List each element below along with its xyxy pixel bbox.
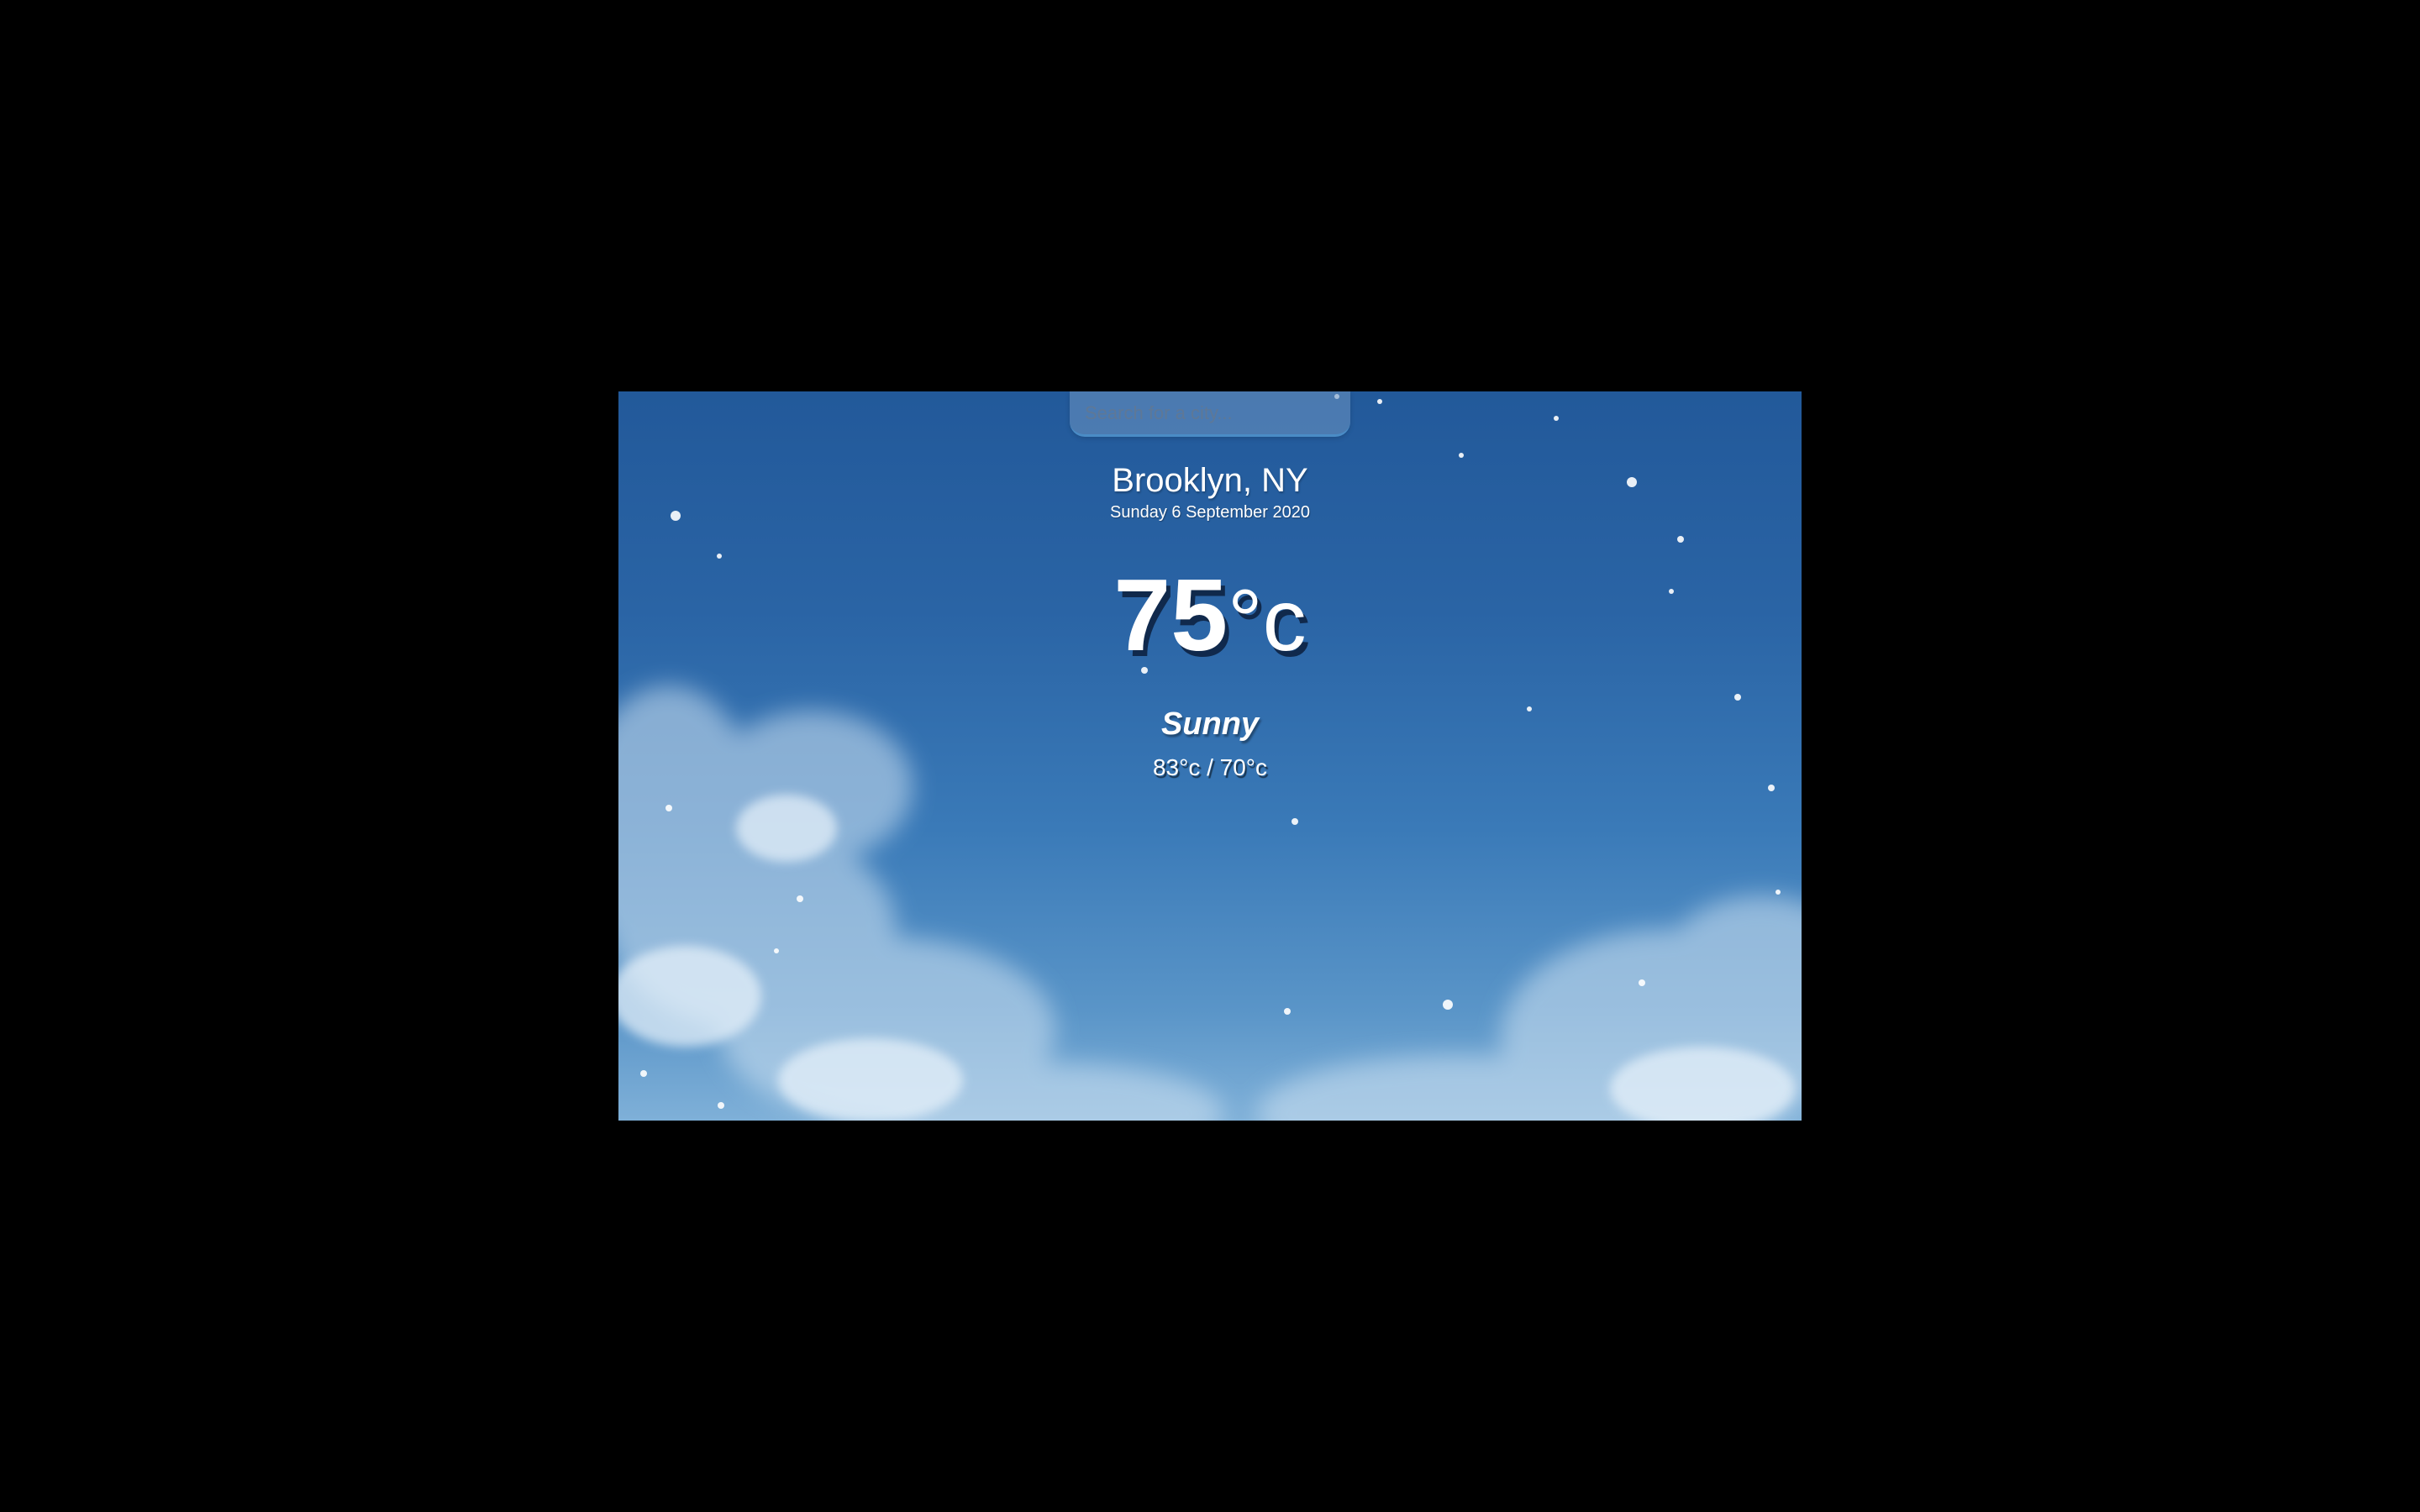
current-date: Sunday 6 September 2020 <box>1110 503 1310 522</box>
weather-app: Brooklyn, NY Sunday 6 September 2020 75°… <box>618 391 1802 1121</box>
weather-condition: Sunny <box>1160 706 1260 742</box>
temperature-value: 75 <box>1113 558 1228 672</box>
city-name: Brooklyn, NY <box>1112 462 1308 499</box>
temperature-unit: °c <box>1228 572 1307 669</box>
search-bar <box>1070 391 1350 437</box>
high-low-temperature: 83°c / 70°c <box>1152 754 1268 780</box>
weather-box: 75°c Sunny 83°c / 70°c <box>618 556 1802 782</box>
city-search-input[interactable] <box>1070 391 1350 437</box>
location-box: Brooklyn, NY Sunday 6 September 2020 <box>618 460 1802 522</box>
screen-background: Brooklyn, NY Sunday 6 September 2020 75°… <box>0 0 2420 1512</box>
temperature-display: 75°c <box>1113 556 1306 680</box>
